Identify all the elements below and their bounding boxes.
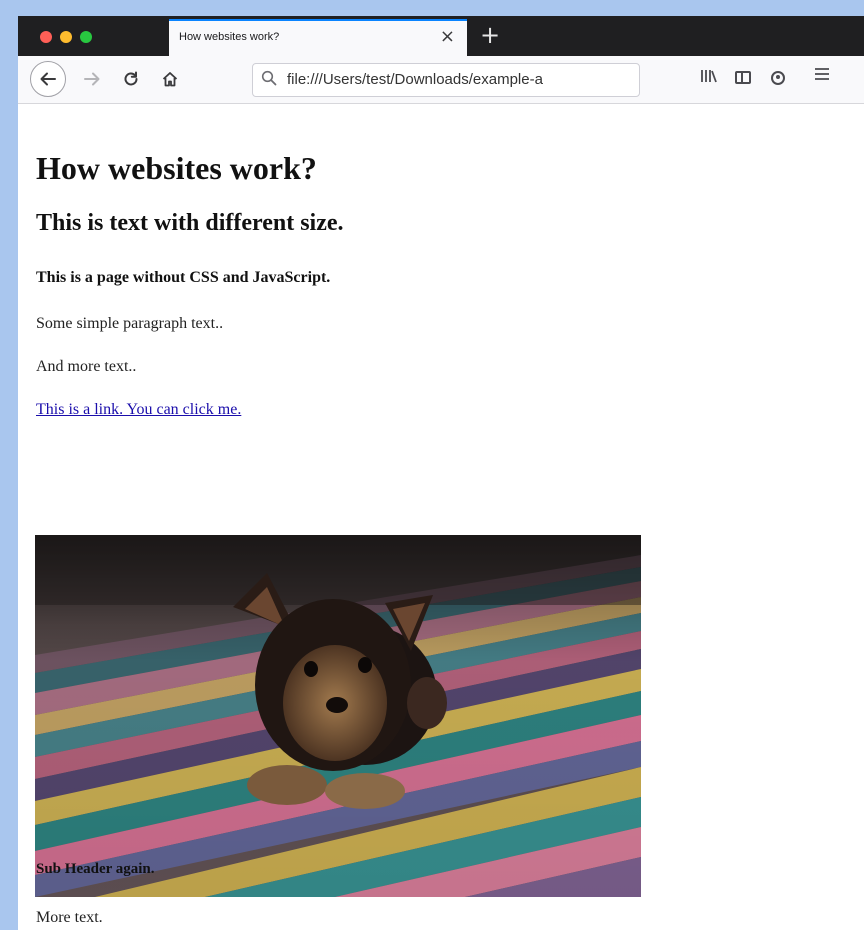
menu-icon[interactable] — [814, 66, 830, 86]
forward-arrow-icon[interactable] — [76, 63, 108, 95]
paragraph-text: Some simple paragraph text.. — [36, 315, 224, 332]
url-text[interactable]: file:///Users/test/Downloads/example-a — [287, 71, 543, 88]
search-icon — [261, 70, 277, 90]
page-title: How websites work? — [36, 150, 317, 186]
library-icon[interactable] — [700, 68, 718, 90]
sidebar-icon[interactable] — [735, 71, 751, 84]
paragraph-text-2: And more text.. — [36, 358, 137, 375]
close-window-button[interactable] — [40, 31, 52, 43]
reload-icon[interactable] — [115, 63, 147, 95]
click-me-link[interactable]: This is a link. You can click me. — [36, 401, 241, 419]
browser-window: How websites work? × + file:///Users/tes… — [18, 16, 864, 930]
section-heading: This is a page without CSS and JavaScrip… — [36, 269, 331, 286]
new-tab-button[interactable]: + — [480, 20, 500, 50]
paragraph-more-text: More text. — [36, 909, 103, 926]
tab-close-icon[interactable]: × — [440, 26, 455, 48]
puppy-image — [35, 535, 641, 897]
home-icon[interactable] — [154, 63, 186, 95]
minimize-window-button[interactable] — [60, 31, 72, 43]
sub-header: Sub Header again. — [36, 861, 155, 877]
tab-title: How websites work? — [179, 31, 280, 43]
address-bar[interactable]: file:///Users/test/Downloads/example-a — [252, 63, 640, 97]
tab-active[interactable]: How websites work? × — [169, 19, 467, 56]
subtitle-heading: This is text with different size. — [36, 210, 344, 236]
maximize-window-button[interactable] — [80, 31, 92, 43]
navigation-toolbar: file:///Users/test/Downloads/example-a — [18, 56, 864, 104]
account-icon[interactable] — [771, 71, 785, 85]
tab-strip: How websites work? × + — [18, 16, 864, 56]
back-arrow-icon[interactable] — [30, 61, 66, 97]
page-content: How websites work? This is text with dif… — [18, 104, 864, 930]
